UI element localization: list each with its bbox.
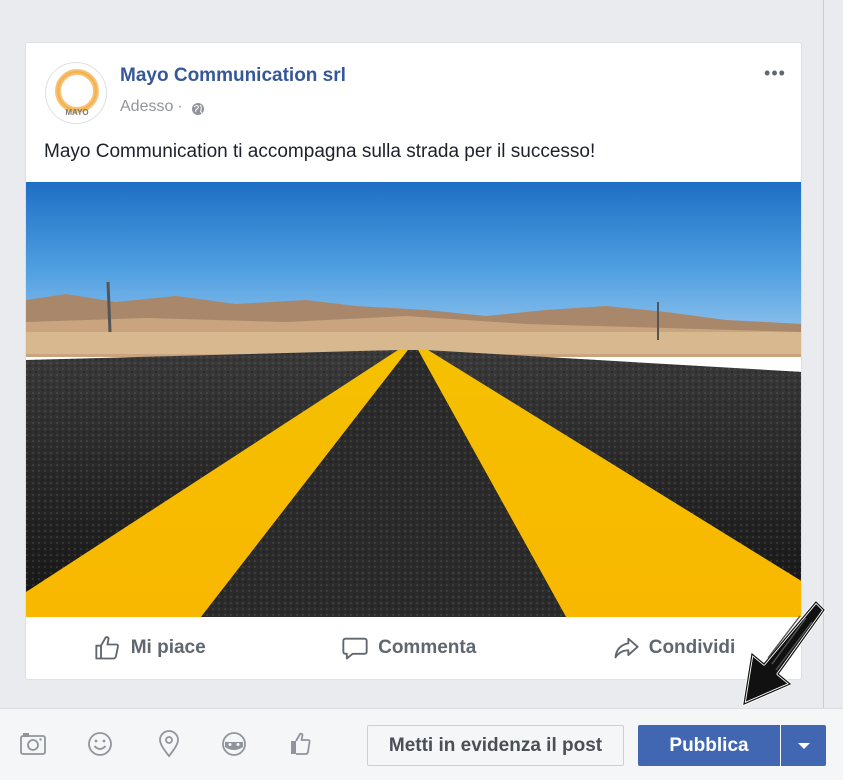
publish-button[interactable]: Pubblica	[638, 725, 780, 766]
like-label: Mi piace	[130, 637, 206, 658]
comment-label: Commenta	[378, 637, 477, 658]
share-button[interactable]: Condividi	[602, 628, 746, 668]
composer-toolbar: Metti in evidenza il post Pubblica	[0, 708, 843, 780]
camera-icon[interactable]	[18, 729, 48, 759]
post-preview-area: MAYO Mayo Communication srl Adesso · •••…	[0, 0, 843, 708]
sticker-icon[interactable]	[219, 729, 249, 759]
comment-button[interactable]: Commenta	[331, 628, 486, 668]
post-actions: Mi piace Commenta Condividi	[26, 621, 801, 675]
post-options-button[interactable]: •••	[760, 63, 790, 83]
post-photo[interactable]	[26, 182, 802, 617]
meta-separator: ·	[177, 98, 183, 115]
thumbs-up-cup-icon[interactable]	[286, 729, 316, 759]
comment-bubble-icon	[342, 637, 368, 660]
annotation-arrow-icon	[742, 600, 826, 706]
boost-post-button[interactable]: Metti in evidenza il post	[367, 725, 624, 766]
emoji-icon[interactable]	[85, 729, 115, 759]
share-arrow-icon	[614, 637, 639, 659]
post-text: Mayo Communication ti accompagna sulla s…	[44, 141, 596, 162]
page-avatar[interactable]: MAYO	[45, 62, 107, 124]
like-button[interactable]: Mi piace	[84, 628, 216, 668]
globe-icon[interactable]	[191, 102, 205, 116]
location-pin-icon[interactable]	[154, 729, 184, 759]
thumbs-up-icon	[95, 636, 119, 660]
post-card: MAYO Mayo Communication srl Adesso · •••…	[25, 42, 802, 680]
post-meta: Adesso ·	[120, 98, 205, 116]
page-name-link[interactable]: Mayo Communication srl	[120, 65, 346, 87]
share-label: Condividi	[648, 637, 736, 658]
mayo-logo-icon: MAYO	[55, 69, 99, 117]
chevron-down-icon	[797, 742, 810, 749]
post-timestamp[interactable]: Adesso	[120, 98, 173, 116]
avatar-logo-text: MAYO	[65, 108, 88, 117]
publish-options-dropdown[interactable]	[781, 725, 826, 766]
